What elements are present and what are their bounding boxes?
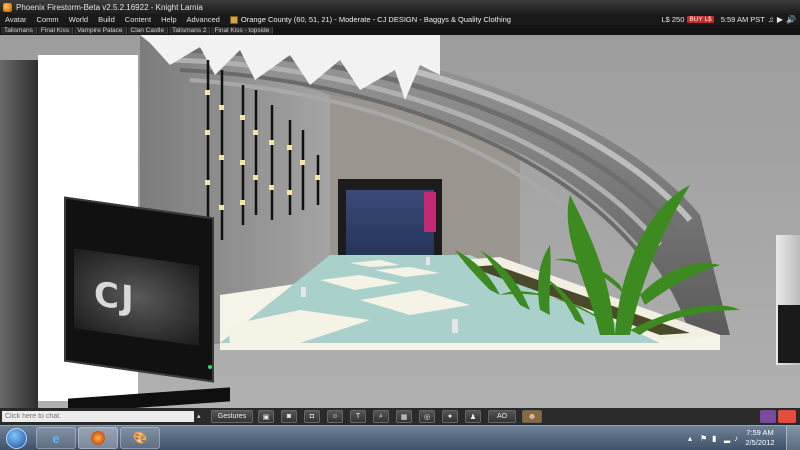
- world-viewport[interactable]: CJ: [0, 35, 800, 408]
- show-desktop-button[interactable]: [786, 426, 800, 450]
- notifications-icon[interactable]: [760, 410, 776, 423]
- voice-icon[interactable]: ●: [442, 410, 458, 423]
- snapshot-icon[interactable]: ◘: [304, 410, 320, 423]
- volume-tray-icon[interactable]: ♪: [734, 434, 738, 443]
- status-area: L$ 250 BUY L$ 5:59 AM PST ♫ ▶ 🔊: [661, 14, 796, 25]
- tray-arrow-icon[interactable]: ▴: [688, 434, 692, 443]
- chat-notification-icon[interactable]: [778, 410, 796, 423]
- parcel-info-icon[interactable]: [229, 15, 238, 24]
- kiosk-status-led: [208, 365, 212, 369]
- firestorm-app-icon: [3, 2, 12, 12]
- camera-icon[interactable]: ◙: [281, 410, 297, 423]
- media-icon[interactable]: ▶: [777, 15, 783, 24]
- pool-light: [301, 287, 306, 297]
- music-icon[interactable]: ♫: [768, 15, 774, 24]
- battery-icon[interactable]: ▮: [712, 434, 716, 443]
- menu-avatar[interactable]: Avatar: [0, 15, 32, 24]
- balance-display[interactable]: L$ 250: [661, 15, 684, 24]
- system-clock[interactable]: 7:59 AM 2/5/2012: [740, 428, 780, 448]
- chat-input[interactable]: [2, 411, 194, 422]
- internet-explorer-icon[interactable]: e: [36, 427, 76, 449]
- build-icon[interactable]: T: [350, 410, 366, 423]
- window-title: Phoenix Firestorm-Beta v2.5.2.16922 - Kn…: [16, 2, 203, 12]
- menu-bar: Avatar Comm World Build Content Help Adv…: [0, 14, 800, 25]
- gestures-label: Gestures: [217, 413, 247, 420]
- paint-icon[interactable]: 🎨: [120, 427, 160, 449]
- menu-comm[interactable]: Comm: [32, 15, 64, 24]
- bottom-toolbar: ▴ Gestures ▣ ◙ ◘ ☺ T ⌕ ▦ ◎ ● ♟ AO ☸: [0, 408, 800, 425]
- search-icon[interactable]: ⌕: [373, 410, 389, 423]
- favorite-vampire-palace[interactable]: Vampire Palace: [74, 26, 127, 34]
- gestures-button[interactable]: Gestures: [211, 410, 253, 423]
- right-dark-panel: [778, 305, 800, 363]
- title-bar: Phoenix Firestorm-Beta v2.5.2.16922 - Kn…: [0, 0, 800, 14]
- ao-label: AO: [496, 413, 508, 420]
- ao-button[interactable]: AO: [488, 410, 516, 423]
- favorite-clan-castle[interactable]: Clan Castle: [127, 26, 169, 34]
- menu-advanced[interactable]: Advanced: [182, 15, 225, 24]
- kiosk-base: [68, 387, 230, 408]
- windows-taskbar: e 🎨 ▴ ⚑ ▮ ▂ ♪ 7:59 AM 2/5/2012: [0, 425, 800, 450]
- favorite-talismans-2[interactable]: Talismans 2: [169, 26, 211, 34]
- left-dark-panel: [0, 60, 38, 408]
- chat-channel-dropdown[interactable]: ▴: [197, 411, 205, 422]
- firestorm-taskbar-icon[interactable]: [78, 427, 118, 449]
- map-icon[interactable]: ▦: [396, 410, 412, 423]
- pool-light: [452, 319, 458, 333]
- buy-currency-button[interactable]: BUY L$: [687, 16, 714, 23]
- network-icon[interactable]: ▂: [724, 434, 730, 443]
- favorite-final-kiss[interactable]: Final Kiss: [37, 26, 74, 34]
- menu-content[interactable]: Content: [120, 15, 156, 24]
- sl-time: 5:59 AM PST: [720, 15, 765, 24]
- inventory-icon[interactable]: ▣: [258, 410, 274, 423]
- clock-date: 2/5/2012: [745, 438, 775, 447]
- pool-light: [426, 257, 430, 265]
- menu-world[interactable]: World: [64, 15, 93, 24]
- cj-logo: CJ: [94, 274, 136, 320]
- favorites-bar: Talismans Final Kiss Vampire Palace Clan…: [0, 25, 800, 35]
- ao-settings-icon[interactable]: ☸: [522, 410, 542, 423]
- location-text[interactable]: Orange County (60, 51, 21) - Moderate - …: [241, 15, 511, 24]
- start-button[interactable]: [6, 428, 27, 449]
- minimap-icon[interactable]: ◎: [419, 410, 435, 423]
- menu-help[interactable]: Help: [156, 15, 181, 24]
- favorite-final-kiss-topside[interactable]: Final Kiss - topside: [211, 26, 274, 34]
- menu-build[interactable]: Build: [93, 15, 120, 24]
- volume-icon[interactable]: 🔊: [786, 15, 796, 24]
- action-center-icon[interactable]: ⚑: [700, 434, 707, 443]
- people-icon[interactable]: ☺: [327, 410, 343, 423]
- cj-vendor-kiosk[interactable]: CJ: [64, 196, 230, 408]
- appearance-icon[interactable]: ♟: [465, 410, 481, 423]
- clock-time: 7:59 AM: [746, 428, 774, 437]
- favorite-talismans[interactable]: Talismans: [1, 26, 37, 34]
